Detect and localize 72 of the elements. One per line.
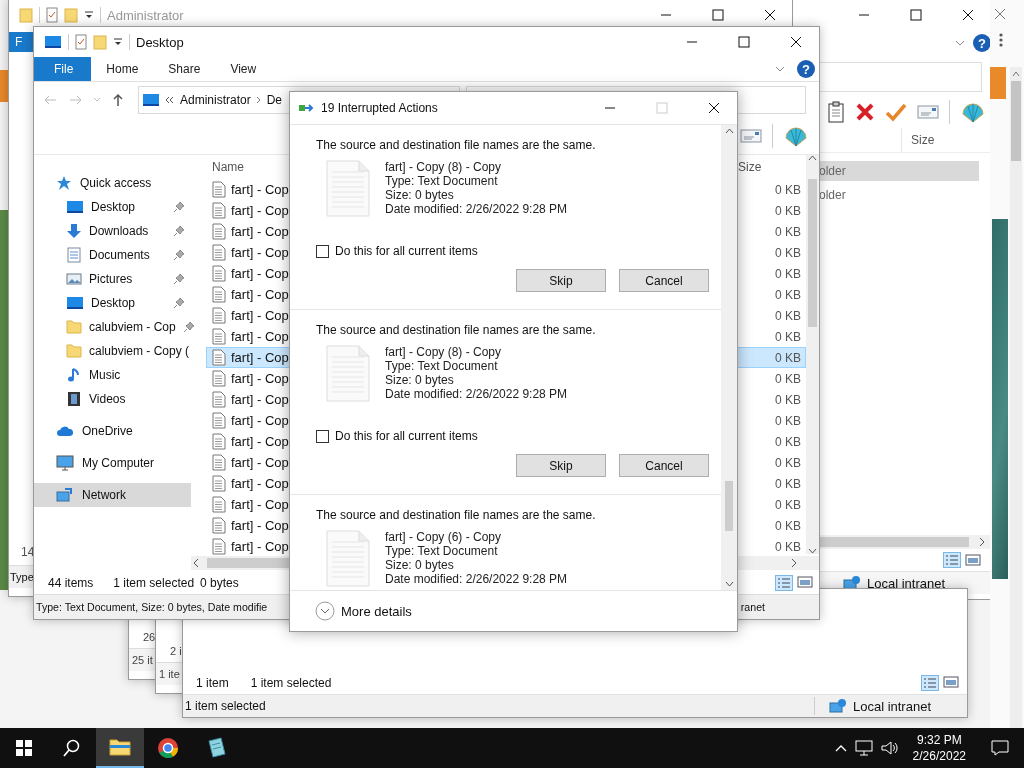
- file-size: Size: 0 bytes: [385, 373, 455, 387]
- file-name: fart] - Cop: [231, 455, 289, 470]
- file-size: 0 KB: [774, 518, 802, 533]
- file-date: Date modified: 2/26/2022 9:28 PM: [385, 387, 568, 401]
- window-title: Desktop: [136, 34, 184, 50]
- file-size: 0 KB: [774, 266, 802, 281]
- file-name: fart] - Cop: [231, 518, 289, 533]
- file-name: fart] - Cop: [231, 308, 289, 323]
- file-name: fart] - Cop: [231, 434, 289, 449]
- file-name: fart] - Cop: [231, 392, 289, 407]
- file-size: 0 KB: [774, 497, 802, 512]
- file-size: 0 KB: [774, 539, 802, 554]
- file-name: fart] - Cop: [231, 539, 289, 554]
- conflict-message: The source and destination file names are the same.: [316, 322, 597, 338]
- file-size: Size: 0 bytes: [385, 558, 455, 572]
- file-name: fart] - Cop: [231, 413, 289, 428]
- status-text: 25 it: [132, 654, 153, 666]
- item-count: 1 item: [196, 676, 229, 690]
- status-text: 1 item selected: [185, 699, 266, 713]
- file-name: fart] - Cop: [231, 182, 289, 197]
- file-date: Date modified: 2/26/2022 9:28 PM: [385, 202, 568, 216]
- file-size: 0 KB: [774, 329, 802, 344]
- status-text: Type: [10, 571, 34, 583]
- security-zone: Local intranet: [867, 575, 946, 591]
- file-size: 0 KB: [774, 434, 802, 449]
- file-size: Size: 0 bytes: [385, 188, 455, 202]
- conflict-message: The source and destination file names are the same.: [316, 137, 597, 153]
- selection-count: 1 item selected: [113, 576, 195, 590]
- file-size: 0 KB: [774, 203, 802, 218]
- window-title: Administrator: [107, 7, 184, 23]
- file-name: fart] - Cop: [231, 224, 289, 239]
- file-date: Date modified: 2/26/2022 9:28 PM: [385, 572, 568, 586]
- file-type: Type: Text Document: [385, 359, 499, 373]
- file-name: fart] - Copy (6) - Copy: [385, 530, 503, 544]
- file-name: fart] - Cop: [231, 329, 289, 344]
- file-size: 0 KB: [774, 287, 802, 302]
- file-type: Type: Text Document: [385, 544, 499, 558]
- status-text: 26: [143, 630, 156, 645]
- file-size: 0 KB: [774, 392, 802, 407]
- file-size: 0 KB: [774, 308, 802, 323]
- checkbox-label: Do this for all current items: [335, 429, 478, 443]
- file-size: 0 KB: [774, 413, 802, 428]
- file-name: fart] - Cop: [231, 476, 289, 491]
- file-name: fart] - Cop: [231, 350, 289, 365]
- file-name: fart] - Copy (8) - Copy: [385, 345, 503, 359]
- security-zone: ranet: [740, 601, 765, 613]
- file-name: fart] - Cop: [231, 266, 289, 281]
- item-count: 44 items: [48, 576, 94, 590]
- file-name: fart] - Copy (8) - Copy: [385, 160, 503, 174]
- status-text: 1 ite: [159, 668, 180, 680]
- file-name: fart] - Cop: [231, 203, 289, 218]
- file-name: fart] - Cop: [231, 287, 289, 302]
- file-size: 0 KB: [774, 182, 802, 197]
- checkbox-label: Do this for all current items: [335, 244, 478, 258]
- file-size: 0 KB: [774, 476, 802, 491]
- security-zone: Local intranet: [852, 698, 931, 714]
- file-size: 0 KB: [774, 455, 802, 470]
- file-size: 0 KB: [774, 350, 802, 365]
- status-text: 14: [21, 545, 35, 559]
- status-text: 2 i: [170, 644, 182, 659]
- file-name: fart] - Cop: [231, 497, 289, 512]
- file-size: 0 KB: [774, 245, 802, 260]
- file-type: Type: Text Document: [385, 174, 499, 188]
- details-text: Type: Text Document, Size: 0 bytes, Date modifie: [36, 601, 268, 613]
- file-size: 0 KB: [774, 224, 802, 239]
- file-name: fart] - Cop: [231, 371, 289, 386]
- selection-size: 0 bytes: [200, 576, 239, 590]
- conflict-message: The source and destination file names are the same.: [316, 507, 597, 523]
- file-name: fart] - Cop: [231, 245, 289, 260]
- file-size: 0 KB: [774, 371, 802, 386]
- selection-count: 1 item selected: [250, 676, 332, 690]
- dialog-title: 19 Interrupted Actions: [321, 101, 438, 115]
